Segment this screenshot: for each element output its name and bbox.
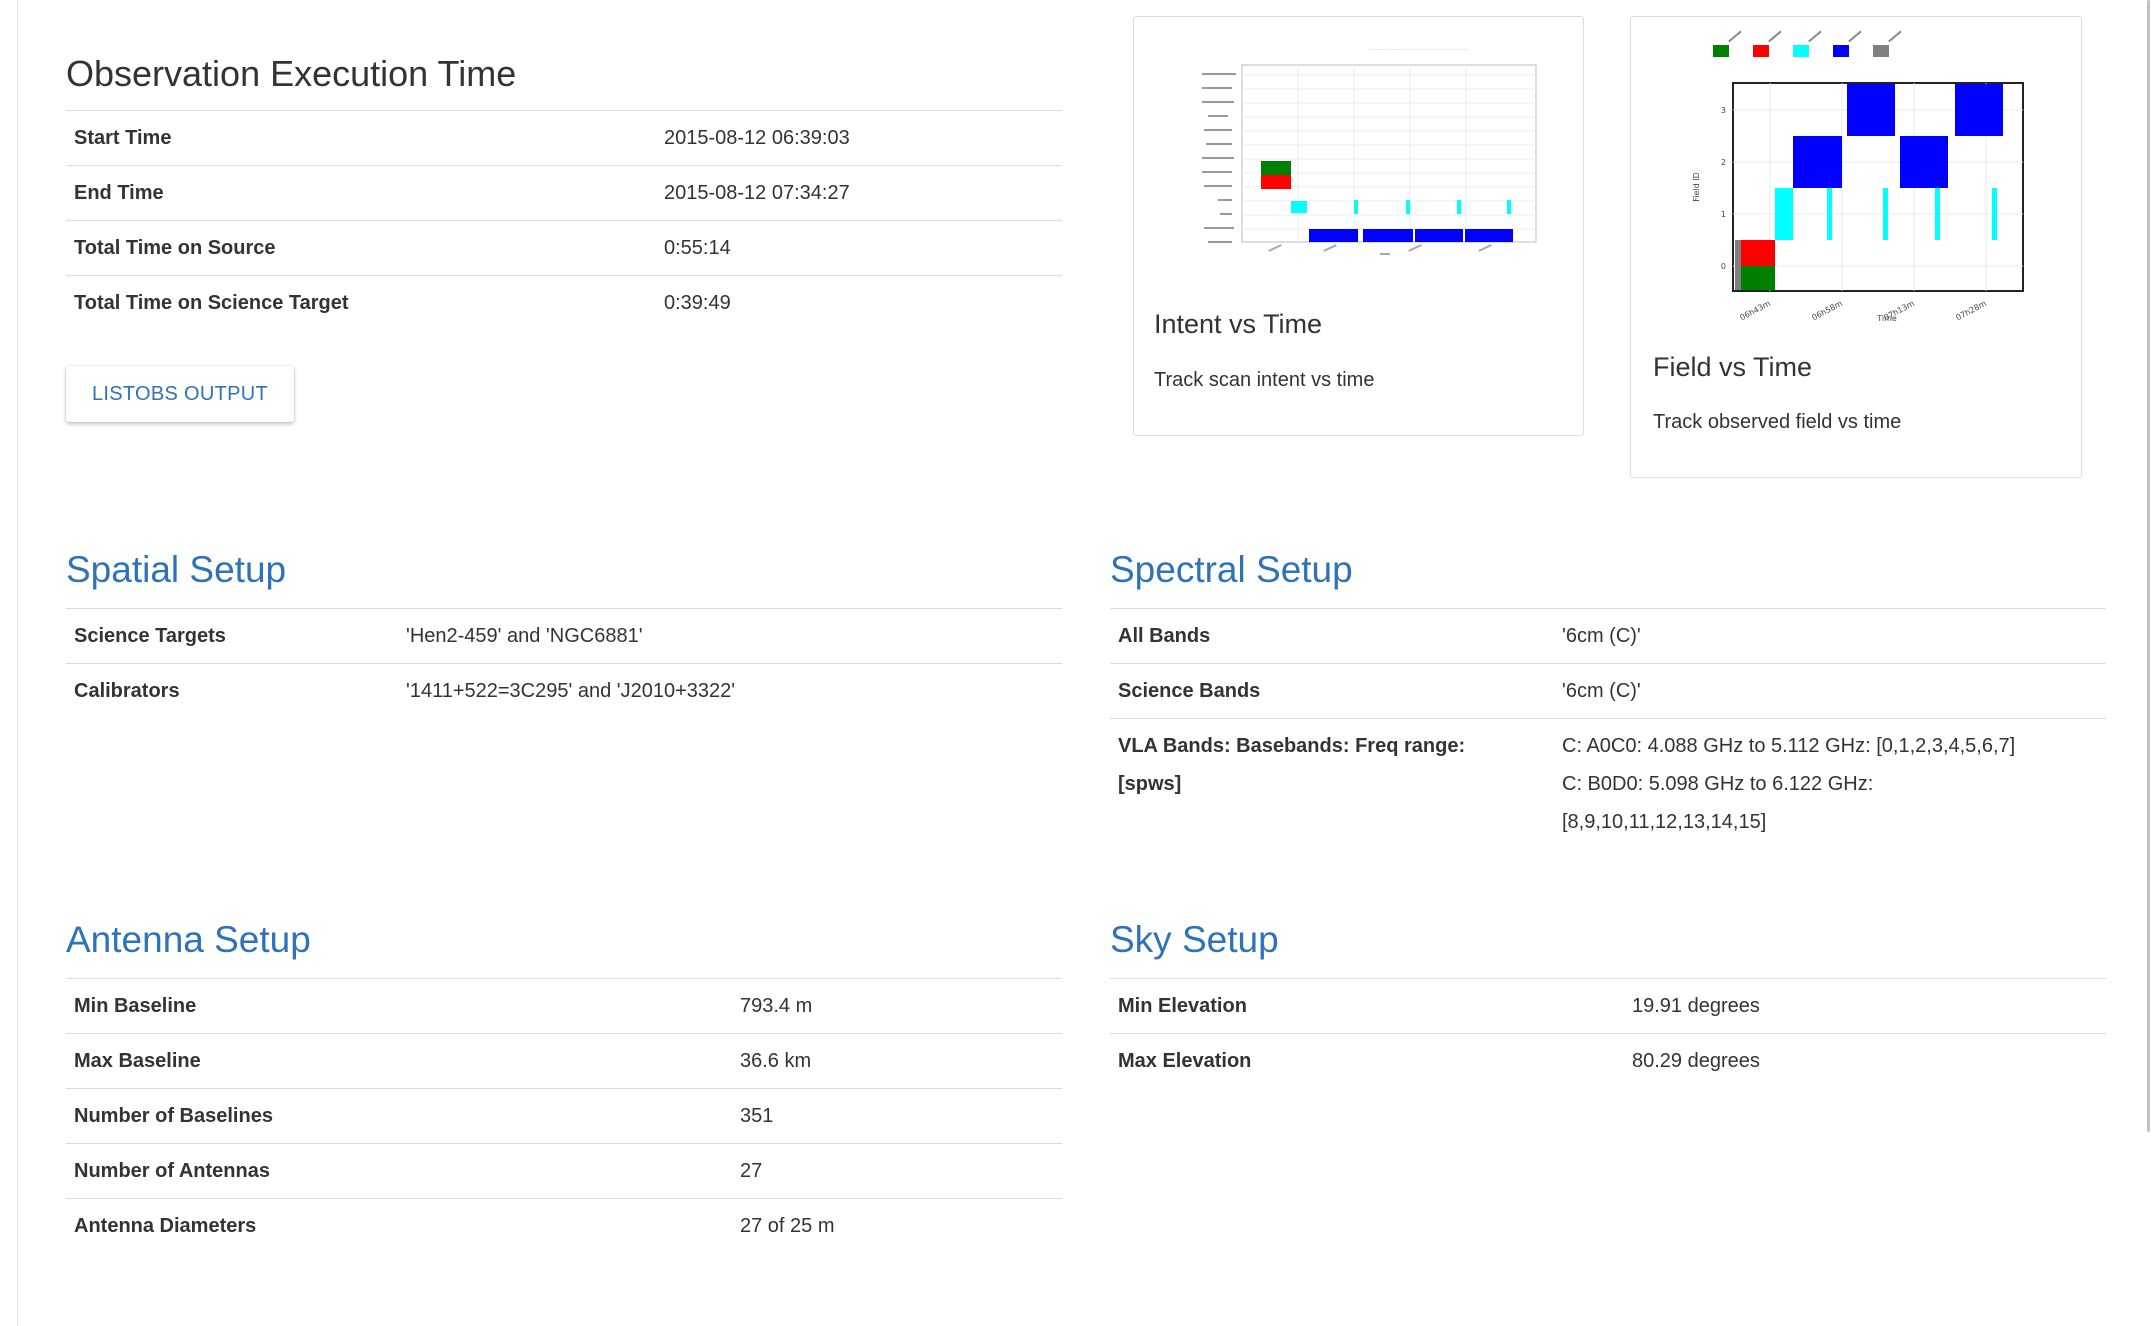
table-row: Min Elevation 19.91 degrees [1110,978,2106,1034]
number-of-antennas-label: Number of Antennas [74,1160,270,1182]
table-row: Total Time on Source 0:55:14 [66,220,1062,276]
field-vs-time-card[interactable]: 0 1 2 3 Field ID 06h43m 06h58m 07h13m 07… [1630,16,2082,478]
science-targets-label: Science Targets [74,625,226,647]
spatial-setup-section: Spatial Setup Science Targets 'Hen2-459' … [66,548,1062,708]
field-xtick-3: 07h28m [1954,299,1988,323]
intent-vs-time-thumbnail[interactable]: ········································… [1158,33,1558,263]
max-elevation-value: 80.29 degrees [1632,1050,1760,1072]
antenna-setup-section: Antenna Setup Min Baseline 793.4 m Max Ba… [66,918,1062,1278]
vla-bands-value-line3: [8,9,10,11,12,13,14,15] [1562,811,1767,833]
spectral-setup-section: Spectral Setup All Bands '6cm (C)' Scienc… [1110,548,2106,848]
field-vs-time-thumbnail[interactable]: 0 1 2 3 Field ID 06h43m 06h58m 07h13m 07… [1671,25,2051,325]
execution-title: Observation Execution Time [66,53,517,94]
start-time-label: Start Time [74,127,172,149]
antenna-setup-table: Min Baseline 793.4 m Max Baseline 36.6 km … [66,978,1062,1253]
table-row: VLA Bands: Basebands: Freq range: [spws]… [1110,718,2106,852]
intent-vs-time-title: Intent vs Time [1154,309,1323,339]
all-bands-value: '6cm (C)' [1562,625,1641,647]
field-xlabel: Time [1876,314,1897,323]
table-row: Max Elevation 80.29 degrees [1110,1033,2106,1089]
field-ytick-2: 2 [1721,158,1726,167]
table-row: Min Baseline 793.4 m [66,978,1062,1034]
science-bands-label: Science Bands [1118,680,1261,702]
all-bands-label: All Bands [1118,625,1211,647]
svg-text:······························: ········································… [1369,47,1468,53]
field-ytick-0: 0 [1721,262,1726,271]
field-ylabel: Field ID [1692,172,1701,202]
time-on-source-label: Total Time on Source [74,237,276,259]
field-xtick-0: 06h43m [1738,299,1772,323]
table-row: Calibrators '1411+522=3C295' and 'J2010+3… [66,663,1062,719]
vla-bands-value-line2: C: B0D0: 5.098 GHz to 6.122 GHz: [1562,773,1874,795]
vla-bands-value: C: A0C0: 4.088 GHz to 5.112 GHz: [0,1,2,… [1554,719,2106,852]
vla-bands-label-line2: [spws] [1118,773,1182,795]
time-on-target-value: 0:39:49 [664,292,731,314]
end-time-label: End Time [74,182,164,204]
antenna-diameters-label: Antenna Diameters [74,1215,257,1237]
table-row: Antenna Diameters 27 of 25 m [66,1198,1062,1254]
field-ytick-3: 3 [1721,106,1726,115]
field-vs-time-title: Field vs Time [1653,352,1813,382]
scrollbar[interactable] [2142,0,2152,1326]
calibrators-value: '1411+522=3C295' and 'J2010+3322' [406,680,736,702]
science-bands-value: '6cm (C)' [1562,680,1641,702]
antenna-setup-title: Antenna Setup [66,919,311,960]
spatial-setup-title: Spatial Setup [66,549,287,590]
table-row: Total Time on Science Target 0:39:49 [66,275,1062,331]
intent-vs-time-description: Track scan intent vs time [1154,369,1375,391]
field-ytick-1: 1 [1721,210,1726,219]
number-of-baselines-label: Number of Baselines [74,1105,273,1127]
table-row: Number of Antennas 27 [66,1143,1062,1199]
field-xtick-1: 06h58m [1810,299,1844,323]
execution-table: Start Time 2015-08-12 06:39:03 End Time 20… [66,110,1062,330]
vla-bands-value-line1: C: A0C0: 4.088 GHz to 5.112 GHz: [0,1,2,… [1562,735,2016,757]
listobs-output-button[interactable]: LISTOBS OUTPUT [66,366,294,422]
table-row: Max Baseline 36.6 km [66,1033,1062,1089]
min-baseline-value: 793.4 m [740,995,813,1017]
max-elevation-label: Max Elevation [1118,1050,1252,1072]
sky-setup-title: Sky Setup [1110,919,1279,960]
start-time-value: 2015-08-12 06:39:03 [664,127,850,149]
table-row: Start Time 2015-08-12 06:39:03 [66,110,1062,166]
max-baseline-value: 36.6 km [740,1050,812,1072]
sky-setup-table: Min Elevation 19.91 degrees Max Elevation… [1110,978,2106,1088]
spectral-setup-title: Spectral Setup [1110,549,1353,590]
calibrators-label: Calibrators [74,680,180,702]
scrollbar-thumb[interactable] [2147,0,2150,1132]
min-elevation-value: 19.91 degrees [1632,995,1760,1017]
science-targets-value: 'Hen2-459' and 'NGC6881' [406,625,643,647]
number-of-antennas-value: 27 [740,1160,763,1182]
min-elevation-label: Min Elevation [1118,995,1247,1017]
time-on-source-value: 0:55:14 [664,237,731,259]
table-row: Science Bands '6cm (C)' [1110,663,2106,719]
table-row: Science Targets 'Hen2-459' and 'NGC6881' [66,608,1062,664]
sky-setup-section: Sky Setup Min Elevation 19.91 degrees Max… [1110,918,2106,1118]
table-row: Number of Baselines 351 [66,1088,1062,1144]
antenna-diameters-value: 27 of 25 m [740,1215,835,1237]
min-baseline-label: Min Baseline [74,995,197,1017]
vla-bands-label: VLA Bands: Basebands: Freq range: [spws] [1110,719,1554,852]
page-left-border [17,0,18,1326]
number-of-baselines-value: 351 [740,1105,774,1127]
max-baseline-label: Max Baseline [74,1050,201,1072]
end-time-value: 2015-08-12 07:34:27 [664,182,850,204]
table-row: All Bands '6cm (C)' [1110,608,2106,664]
spatial-setup-table: Science Targets 'Hen2-459' and 'NGC6881' … [66,608,1062,718]
time-on-target-label: Total Time on Science Target [74,292,349,314]
intent-vs-time-card[interactable]: ········································… [1133,16,1584,436]
table-row: End Time 2015-08-12 07:34:27 [66,165,1062,221]
vla-bands-label-line1: VLA Bands: Basebands: Freq range: [1118,735,1466,757]
field-vs-time-description: Track observed field vs time [1653,411,1902,433]
spectral-setup-table: All Bands '6cm (C)' Science Bands '6cm (C)… [1110,608,2106,851]
